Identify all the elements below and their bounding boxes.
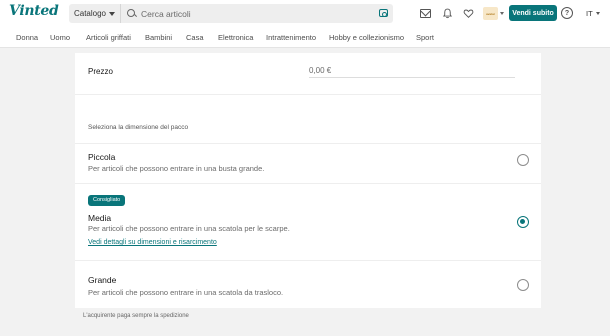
- shipping-footnote: L'acquirente paga sempre la spedizione: [83, 313, 189, 319]
- mail-icon[interactable]: [420, 9, 431, 18]
- category-donna[interactable]: Donna: [16, 33, 38, 42]
- package-option-large[interactable]: Grande Per articoli che possono entrare …: [75, 260, 541, 308]
- search-icon: [127, 8, 137, 19]
- avatar[interactable]: avatar: [483, 7, 498, 20]
- radio-medium[interactable]: [517, 216, 529, 228]
- category-bambini[interactable]: Bambini: [145, 33, 172, 42]
- top-bar: Vinted Catalogo avatar Vendi subito ? IT: [0, 0, 610, 27]
- price-label: Prezzo: [88, 67, 113, 76]
- language-selector[interactable]: IT: [586, 9, 600, 18]
- price-input[interactable]: 0,00 €: [309, 66, 515, 78]
- category-sport[interactable]: Sport: [416, 33, 434, 42]
- option-description: Per articoli che possono entrare in una …: [88, 224, 290, 233]
- sell-now-button[interactable]: Vendi subito: [509, 5, 557, 21]
- category-uomo[interactable]: Uomo: [50, 33, 70, 42]
- package-option-medium[interactable]: Consigliato Media Per articoli che posso…: [75, 183, 541, 260]
- chevron-down-icon: [595, 12, 600, 15]
- recommended-badge: Consigliato: [88, 195, 126, 206]
- category-hobby-e-collezionismo[interactable]: Hobby e collezionismo: [329, 33, 404, 42]
- category-elettronica[interactable]: Elettronica: [218, 33, 253, 42]
- catalog-dropdown[interactable]: Catalogo: [69, 4, 121, 23]
- search-bar: Catalogo: [69, 4, 393, 23]
- option-description: Per articoli che possono entrare in una …: [88, 288, 284, 297]
- camera-icon[interactable]: [379, 9, 388, 17]
- bell-icon[interactable]: [442, 8, 453, 19]
- category-casa[interactable]: Casa: [186, 33, 204, 42]
- radio-large[interactable]: [517, 279, 529, 291]
- catalog-label: Catalogo: [73, 9, 107, 18]
- category-nav: Donna Uomo Articoli griffati Bambini Cas…: [0, 27, 610, 48]
- language-label: IT: [586, 9, 593, 18]
- avatar-chevron-down-icon[interactable]: [500, 12, 504, 15]
- category-intrattenimento[interactable]: Intrattenimento: [266, 33, 316, 42]
- option-title: Piccola: [88, 152, 116, 162]
- help-icon[interactable]: ?: [561, 7, 573, 19]
- search-input[interactable]: [141, 8, 361, 19]
- heart-icon[interactable]: [463, 8, 474, 19]
- shipping-form-card: Prezzo 0,00 € Seleziona la dimensione de…: [75, 53, 541, 308]
- package-option-small[interactable]: Piccola Per articoli che possono entrare…: [75, 143, 541, 183]
- size-details-link[interactable]: Vedi dettagli su dimensioni e risarcimen…: [88, 239, 217, 246]
- package-size-title: Seleziona la dimensione del pacco: [88, 124, 189, 131]
- option-description: Per articoli che possono entrare in una …: [88, 164, 265, 173]
- option-title: Media: [88, 213, 112, 223]
- price-section: Prezzo 0,00 €: [75, 53, 541, 95]
- category-articoli-griffati[interactable]: Articoli griffati: [86, 33, 131, 42]
- vinted-logo[interactable]: Vinted: [9, 3, 59, 19]
- option-title: Grande: [88, 275, 117, 285]
- chevron-down-icon: [109, 11, 116, 16]
- radio-small[interactable]: [517, 154, 529, 166]
